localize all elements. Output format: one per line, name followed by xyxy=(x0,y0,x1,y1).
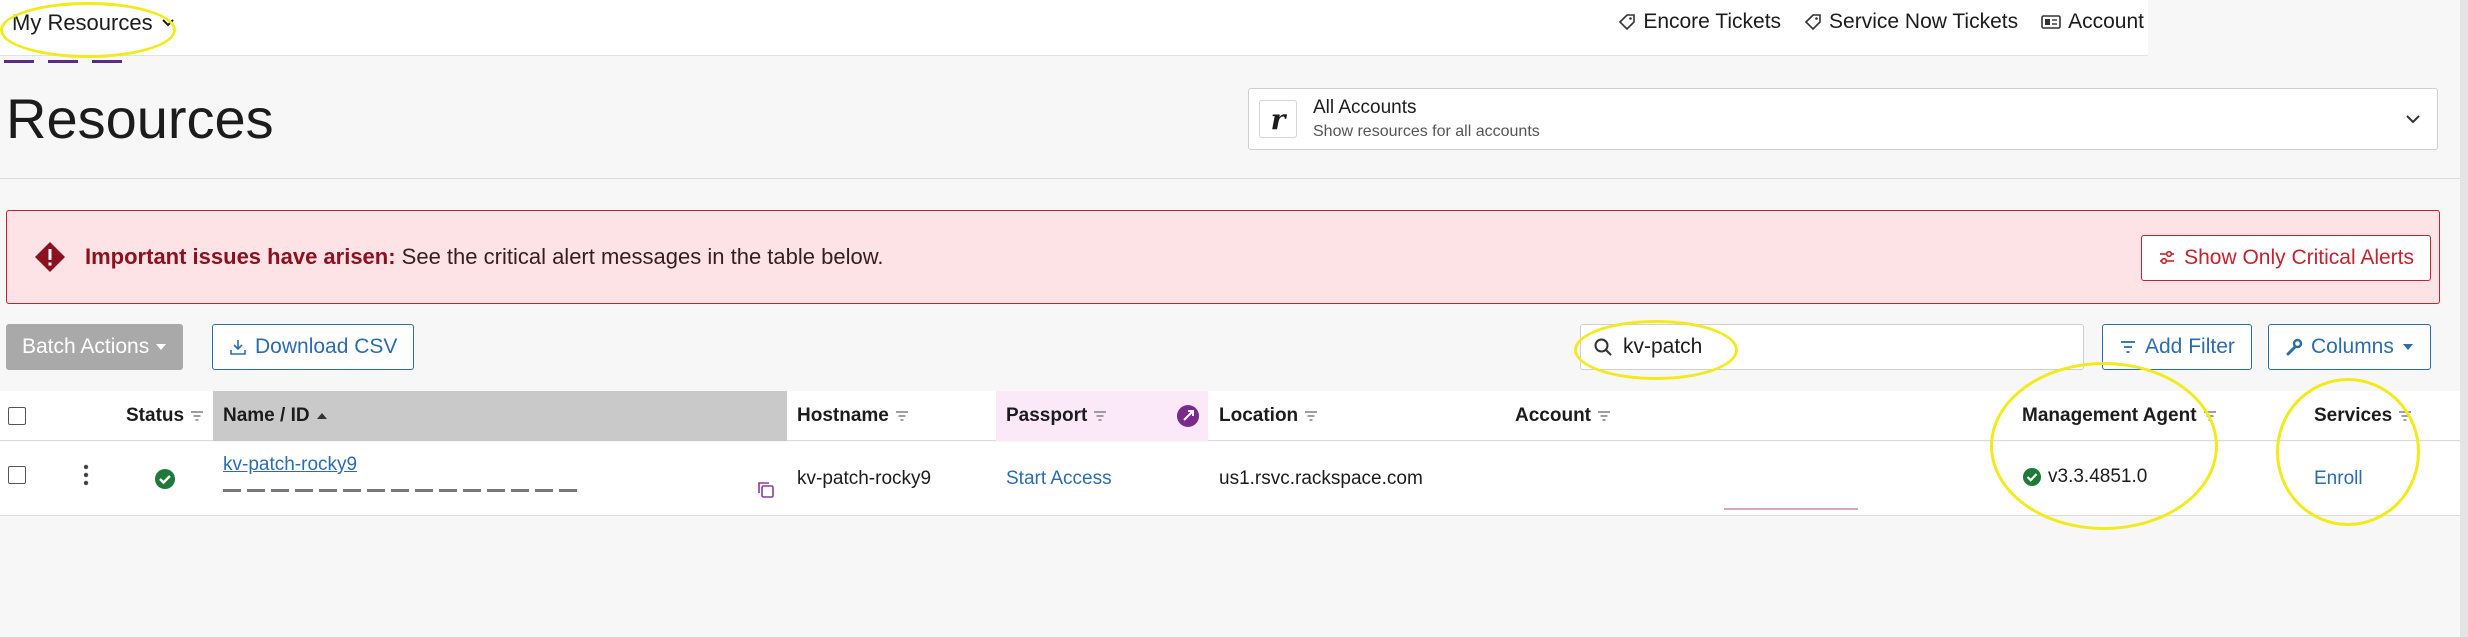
column-header-account[interactable]: Account xyxy=(1515,391,1611,441)
account-loading-bar xyxy=(1724,508,1858,510)
my-resources-label: My Resources xyxy=(12,10,153,35)
download-csv-label: Download CSV xyxy=(255,335,398,358)
section-divider xyxy=(0,178,2460,179)
table-row: kv-patch-rocky9 kv-patch-rocky9 Start Ac… xyxy=(0,442,2460,516)
search-icon xyxy=(1594,338,1612,356)
column-header-management-agent[interactable]: Management Agent xyxy=(2022,391,2217,441)
hostname-header-label: Hostname xyxy=(797,405,889,426)
status-header-label: Status xyxy=(126,405,185,426)
account-header-label: Account xyxy=(1515,405,1591,426)
column-header-passport[interactable]: Passport xyxy=(996,391,1208,441)
row-select-checkbox[interactable] xyxy=(8,466,26,484)
warning-diamond-icon xyxy=(35,242,65,272)
show-critical-alerts-button[interactable]: Show Only Critical Alerts xyxy=(2141,235,2431,281)
account-link[interactable]: Account xyxy=(2040,10,2144,34)
chevron-down-icon xyxy=(2406,115,2420,124)
agent-version: v3.3.4851.0 xyxy=(2048,466,2148,487)
download-icon xyxy=(230,340,246,355)
encore-tickets-link[interactable]: Encore Tickets xyxy=(1617,10,1781,34)
column-header-name[interactable]: Name / ID xyxy=(213,391,787,441)
name-header-label: Name / ID xyxy=(223,405,310,426)
batch-actions-button[interactable]: Batch Actions xyxy=(6,324,184,370)
filter-icon xyxy=(191,411,204,421)
location-cell: us1.rsvc.rackspace.com xyxy=(1219,468,1423,489)
filter-icon xyxy=(1598,411,1610,421)
add-filter-button[interactable]: Add Filter xyxy=(2102,324,2252,370)
id-card-icon xyxy=(2041,15,2061,29)
alert-text: See the critical alert messages in the t… xyxy=(395,244,884,269)
alert-message: Important issues have arisen: See the cr… xyxy=(85,244,884,270)
table-header: Status Name / ID Hostname Passport Locat… xyxy=(0,391,2460,441)
account-label: Account xyxy=(2068,10,2144,33)
select-all-checkbox[interactable] xyxy=(8,407,26,425)
download-csv-button[interactable]: Download CSV xyxy=(212,324,415,370)
copy-icon xyxy=(758,482,774,498)
top-navigation: My Resources Encore Tickets Service Now … xyxy=(0,0,2148,63)
enroll-link[interactable]: Enroll xyxy=(2314,468,2363,490)
agent-ok-icon xyxy=(2023,468,2041,486)
caret-down-icon xyxy=(156,344,167,350)
search-box[interactable] xyxy=(1580,324,2084,370)
agent-header-label: Management Agent xyxy=(2022,405,2197,426)
page-scrollbar[interactable] xyxy=(2460,0,2468,637)
encore-tickets-label: Encore Tickets xyxy=(1643,10,1782,33)
wrench-icon xyxy=(2286,338,2303,356)
passport-header-label: Passport xyxy=(1006,405,1088,426)
top-links: Encore Tickets Service Now Tickets Accou… xyxy=(1617,10,2148,34)
show-critical-alerts-label: Show Only Critical Alerts xyxy=(2184,246,2414,269)
columns-button[interactable]: Columns xyxy=(2268,324,2431,370)
filter-icon xyxy=(2399,411,2412,421)
batch-actions-label: Batch Actions xyxy=(22,335,150,358)
row-actions-menu[interactable] xyxy=(80,462,92,488)
account-selector-subtitle: Show resources for all accounts xyxy=(1313,123,1540,140)
chevron-down-icon xyxy=(161,19,174,27)
passport-rocket-icon xyxy=(1177,405,1199,427)
location-header-label: Location xyxy=(1219,405,1299,426)
filter-icon xyxy=(1305,411,1318,421)
start-access-link[interactable]: Start Access xyxy=(1006,468,1112,490)
service-now-tickets-link[interactable]: Service Now Tickets xyxy=(1803,10,2018,34)
account-logo: r xyxy=(1259,100,1297,138)
resource-id-truncated xyxy=(223,486,583,492)
add-filter-label: Add Filter xyxy=(2145,335,2235,358)
search-input[interactable] xyxy=(1623,335,2043,359)
account-selector-name: All Accounts xyxy=(1313,97,1417,118)
account-selector[interactable]: r All Accounts Show resources for all ac… xyxy=(1248,88,2438,150)
my-resources-menu[interactable]: My Resources xyxy=(12,10,175,36)
nav-tab-indicators xyxy=(4,50,164,63)
column-header-location[interactable]: Location xyxy=(1219,391,1318,441)
hostname-cell: kv-patch-rocky9 xyxy=(797,468,932,489)
column-header-hostname[interactable]: Hostname xyxy=(797,391,909,441)
columns-label: Columns xyxy=(2311,335,2394,358)
services-header-label: Services xyxy=(2314,405,2393,426)
empty-area xyxy=(0,517,2460,637)
resource-name-link[interactable]: kv-patch-rocky9 xyxy=(223,454,357,476)
filter-sliders-icon xyxy=(2160,250,2175,265)
filter-icon xyxy=(1094,411,1107,421)
filter-icon xyxy=(895,411,908,421)
status-ok-icon xyxy=(155,469,175,489)
kebab-menu-icon xyxy=(83,464,89,486)
page-title: Resources xyxy=(6,87,274,150)
ticket-icon xyxy=(1804,14,1821,31)
filter-lines-icon xyxy=(2121,341,2135,353)
column-header-services[interactable]: Services xyxy=(2314,391,2412,441)
column-header-status[interactable]: Status xyxy=(126,391,204,441)
table-toolbar: Batch Actions Download CSV Add Filter Co… xyxy=(6,324,2440,372)
service-now-tickets-label: Service Now Tickets xyxy=(1829,10,2019,33)
filter-icon xyxy=(2203,411,2216,421)
alert-title: Important issues have arisen: xyxy=(85,244,396,269)
critical-alert-banner: Important issues have arisen: See the cr… xyxy=(6,210,2440,304)
caret-down-icon xyxy=(2402,344,2413,350)
ticket-icon xyxy=(1619,14,1636,31)
sort-ascending-icon xyxy=(316,413,327,419)
copy-id-button[interactable] xyxy=(756,480,776,500)
